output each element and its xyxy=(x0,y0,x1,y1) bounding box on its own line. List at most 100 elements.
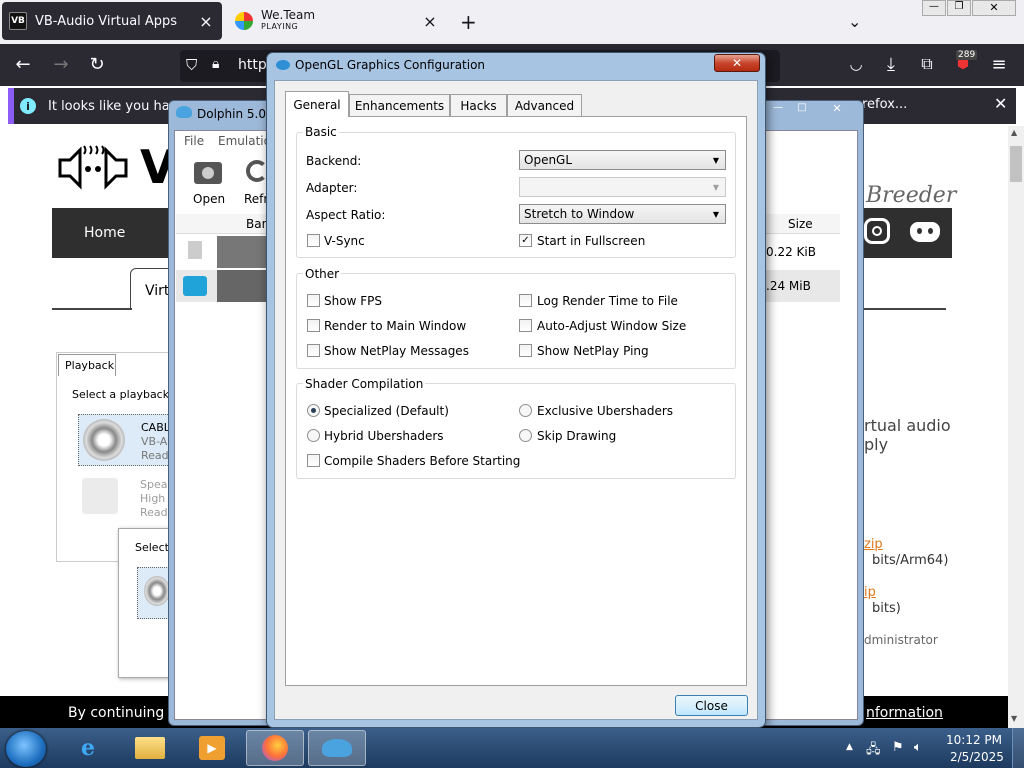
menu-emulation[interactable]: Emulatio xyxy=(218,134,271,148)
netplay-messages-checkbox[interactable] xyxy=(307,344,320,357)
scroll-down-arrow-icon[interactable]: ▼ xyxy=(1011,714,1017,723)
backend-select[interactable]: OpenGL ▼ xyxy=(519,150,726,170)
window-minimize-icon[interactable]: — xyxy=(922,0,946,16)
fullscreen-checkbox[interactable]: ✓ xyxy=(519,234,532,247)
discord-icon[interactable] xyxy=(910,222,940,242)
instagram-icon[interactable] xyxy=(864,218,890,244)
list-all-tabs-chevron-down-icon[interactable]: ⌄ xyxy=(848,12,861,31)
cookie-info-link[interactable]: nformation xyxy=(866,705,943,721)
show-hidden-icons-icon[interactable]: ▲ xyxy=(846,742,853,752)
file-explorer-folder-icon[interactable] xyxy=(128,730,172,766)
vsync-checkbox[interactable] xyxy=(307,234,320,247)
window-minimize-icon[interactable]: — xyxy=(766,102,790,118)
network-icon[interactable]: 🖧︎ xyxy=(866,740,881,762)
netplay-messages-label[interactable]: Show NetPlay Messages xyxy=(324,344,469,358)
description-text: rtual audio xyxy=(864,416,951,435)
show-desktop-button[interactable] xyxy=(1012,728,1024,768)
compile-before-start-label[interactable]: Compile Shaders Before Starting xyxy=(324,454,520,468)
scrollbar-thumb[interactable] xyxy=(1010,146,1022,182)
speaker-device-icon xyxy=(82,478,118,514)
close-icon[interactable]: ✕ xyxy=(994,94,1007,113)
download-link[interactable]: ip xyxy=(864,585,876,600)
specialized-radio[interactable] xyxy=(307,404,320,417)
netplay-ping-checkbox[interactable] xyxy=(519,344,532,357)
adapter-label: Adapter: xyxy=(306,181,358,195)
firefox-taskbar-icon[interactable] xyxy=(246,730,304,766)
media-player-icon[interactable]: ▶ xyxy=(190,730,234,766)
skip-drawing-radio[interactable] xyxy=(519,429,532,442)
download-icon[interactable]: ⤓ xyxy=(878,51,904,77)
close-icon[interactable]: × xyxy=(420,12,440,31)
dolphin-title: Dolphin 5.0- xyxy=(197,107,271,121)
nav-home-link[interactable]: Home xyxy=(84,225,125,241)
download-link[interactable]: zip xyxy=(864,537,883,552)
exclusive-ubershaders-label[interactable]: Exclusive Ubershaders xyxy=(537,404,673,418)
exclusive-ubershaders-radio[interactable] xyxy=(519,404,532,417)
compile-before-start-checkbox[interactable] xyxy=(307,454,320,467)
auto-adjust-checkbox[interactable] xyxy=(519,319,532,332)
tab-vb-audio[interactable]: VB VB-Audio Virtual Apps × xyxy=(2,2,222,40)
menu-file[interactable]: File xyxy=(184,134,204,148)
hybrid-ubershaders-radio[interactable] xyxy=(307,429,320,442)
show-fps-label[interactable]: Show FPS xyxy=(324,294,382,308)
list-item[interactable]: CABL VB-A Read xyxy=(78,414,172,466)
close-icon[interactable]: × xyxy=(196,12,216,31)
infobar-action-text[interactable]: refox... xyxy=(862,97,907,112)
log-render-checkbox[interactable] xyxy=(519,294,532,307)
device-desc: High xyxy=(140,492,166,505)
platform-icon xyxy=(183,276,207,296)
hybrid-ubershaders-label[interactable]: Hybrid Ubershaders xyxy=(324,429,444,443)
dolphin-taskbar-icon[interactable] xyxy=(308,730,366,766)
adapter-select[interactable]: ▼ xyxy=(519,177,726,197)
render-main-window-checkbox[interactable] xyxy=(307,319,320,332)
window-close-icon[interactable]: ✕ xyxy=(818,102,856,118)
menu-hamburger-icon[interactable]: ≡ xyxy=(986,51,1012,77)
clock-time[interactable]: 10:12 PM xyxy=(946,733,1002,747)
aspect-ratio-select[interactable]: Stretch to Window ▼ xyxy=(519,204,726,224)
cookie-text: By continuing br xyxy=(68,705,184,721)
show-fps-checkbox[interactable] xyxy=(307,294,320,307)
render-main-window-label[interactable]: Render to Main Window xyxy=(324,319,466,333)
refresh-button[interactable]: Refr xyxy=(238,156,268,210)
netplay-ping-label[interactable]: Show NetPlay Ping xyxy=(537,344,649,358)
shield-icon[interactable]: ⛉ xyxy=(186,56,197,74)
tab-advanced[interactable]: Advanced xyxy=(507,94,582,116)
tab-general[interactable]: General xyxy=(285,91,349,117)
start-windows-icon[interactable] xyxy=(6,731,46,767)
volume-icon[interactable]: 🔈︎ xyxy=(914,740,922,755)
lock-icon[interactable]: 🔒︎ xyxy=(212,56,219,72)
forward-arrow-icon[interactable]: → xyxy=(48,51,74,77)
window-maximize-icon[interactable]: □ xyxy=(790,102,814,118)
window-close-icon[interactable]: ✕ xyxy=(972,0,1016,16)
pocket-icon[interactable]: ◡ xyxy=(843,51,869,77)
vsync-label[interactable]: V-Sync xyxy=(324,234,365,248)
extensions-icon[interactable]: ⧉ xyxy=(914,51,940,77)
back-arrow-icon[interactable]: ← xyxy=(10,51,36,77)
action-center-flag-icon[interactable]: ⚑ xyxy=(892,740,904,755)
scroll-up-arrow-icon[interactable]: ▲ xyxy=(1011,128,1017,137)
list-item[interactable]: Speal High Read xyxy=(78,474,172,522)
url-text: http xyxy=(238,57,267,73)
auto-adjust-label[interactable]: Auto-Adjust Window Size xyxy=(537,319,686,333)
reload-icon[interactable]: ↻ xyxy=(84,51,110,77)
admin-note: dministrator xyxy=(864,633,938,647)
download-desc: bits) xyxy=(872,601,901,616)
tab-playback[interactable]: Playback xyxy=(58,354,116,376)
fullscreen-label[interactable]: Start in Fullscreen xyxy=(537,234,645,248)
open-button[interactable]: Open xyxy=(186,156,230,210)
window-close-icon[interactable]: ✕ xyxy=(714,54,760,72)
window-restore-icon[interactable]: ❐ xyxy=(947,0,971,16)
tab-enhancements[interactable]: Enhancements xyxy=(349,94,450,116)
tab-weteam[interactable]: We.Team PLAYING × xyxy=(228,2,446,40)
internet-explorer-icon[interactable]: e xyxy=(66,730,110,766)
dolphin-icon xyxy=(276,60,290,70)
log-render-label[interactable]: Log Render Time to File xyxy=(537,294,678,308)
new-tab-button[interactable]: + xyxy=(460,10,477,34)
page-scrollbar[interactable] xyxy=(1008,126,1024,728)
tab-hacks[interactable]: Hacks xyxy=(450,94,507,116)
clock-date[interactable]: 2/5/2025 xyxy=(950,750,1004,764)
specialized-label[interactable]: Specialized (Default) xyxy=(324,404,449,418)
column-size[interactable]: Size xyxy=(788,217,813,231)
skip-drawing-label[interactable]: Skip Drawing xyxy=(537,429,616,443)
close-button[interactable]: Close xyxy=(675,695,748,716)
